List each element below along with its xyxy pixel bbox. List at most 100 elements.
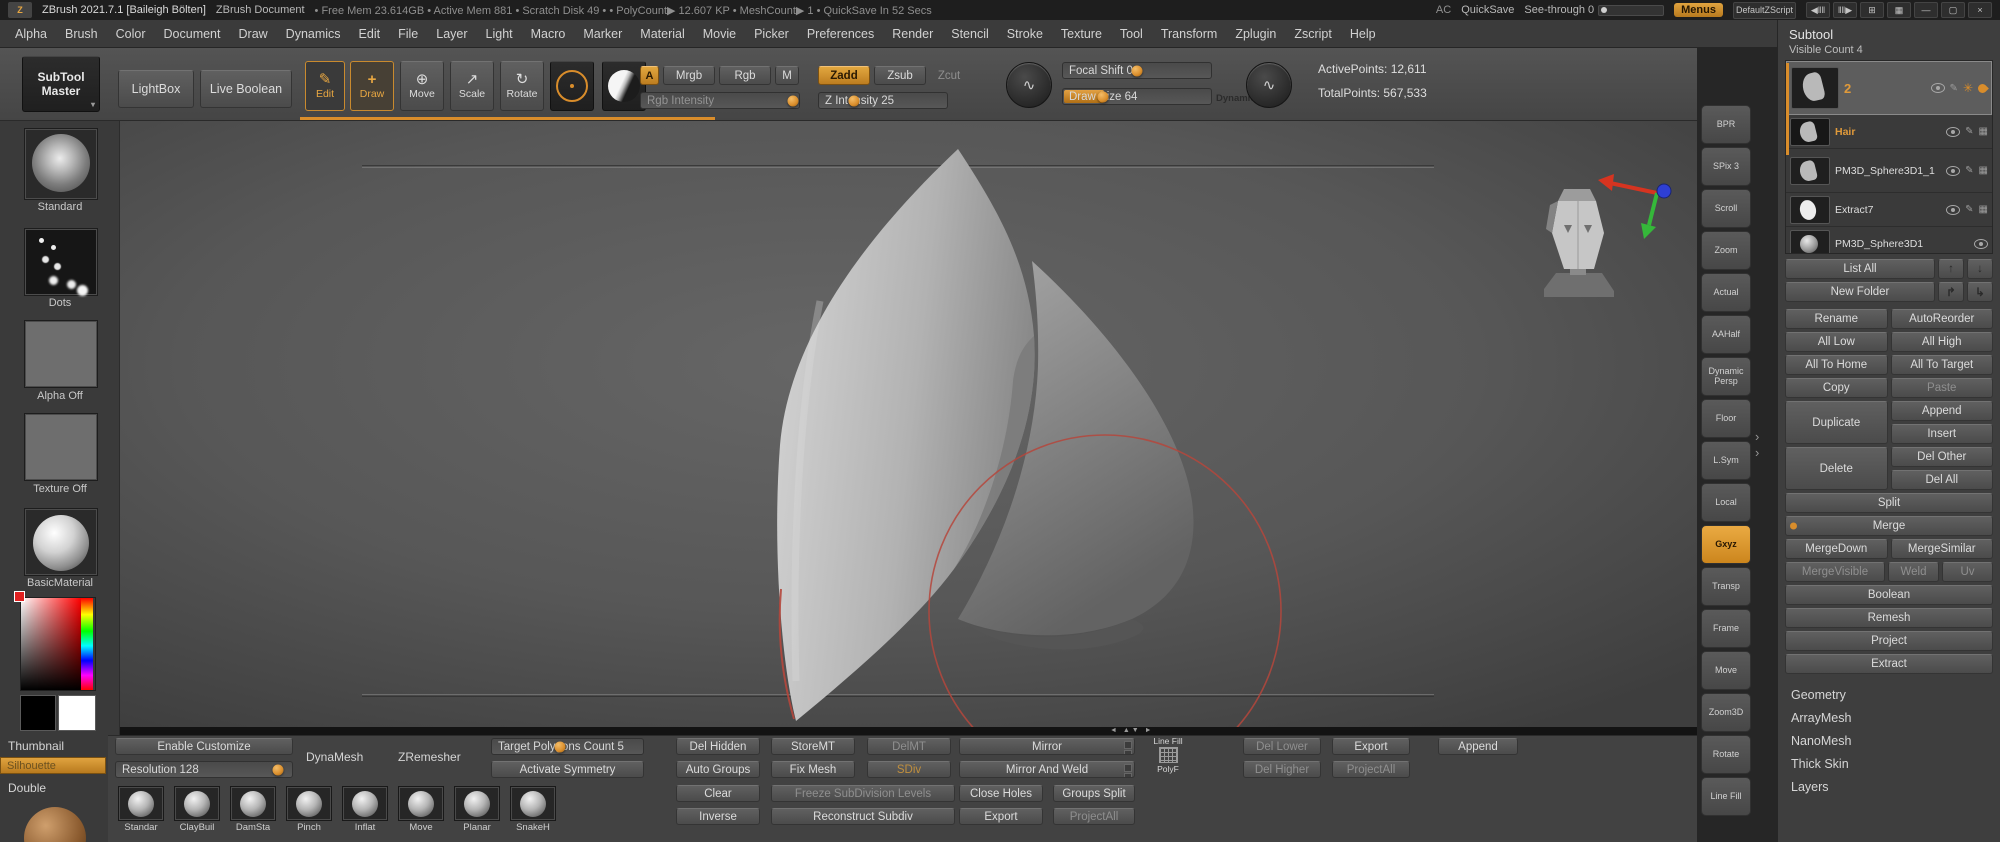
brush-shortcut[interactable]: Planar	[449, 786, 505, 833]
menu-item[interactable]: File	[389, 20, 427, 47]
mirror-weld-axis-toggles[interactable]	[1124, 764, 1132, 778]
menu-item[interactable]: Color	[107, 20, 155, 47]
rotate-button[interactable]: ↻ Rotate	[500, 61, 544, 111]
clear-button[interactable]: Clear	[676, 785, 760, 802]
clay-brush-thumbnail[interactable]	[24, 807, 86, 842]
see-through-knob[interactable]	[1601, 7, 1607, 13]
palette-section-header[interactable]: Thick Skin	[1785, 753, 1993, 774]
shelf-button[interactable]: Scroll	[1701, 189, 1751, 228]
brush-shortcut[interactable]: Inflat	[337, 786, 393, 833]
menu-item[interactable]: Alpha	[6, 20, 56, 47]
see-through-slider[interactable]: See-through 0	[1524, 4, 1664, 16]
store-mt-button[interactable]: StoreMT	[771, 738, 855, 755]
subtool-row[interactable]: PM3D_Sphere3D1_1 ✎ ▦	[1786, 149, 1992, 193]
edit-button[interactable]: ✎ Edit	[305, 61, 345, 111]
thumbnail-label[interactable]: Thumbnail	[8, 739, 64, 753]
subtool-row[interactable]: PM3D_Sphere3D1	[1786, 227, 1992, 254]
paste-button[interactable]: Paste	[1891, 378, 1994, 398]
visib-eye-icon[interactable]	[1931, 83, 1945, 93]
append-button[interactable]: Append	[1891, 401, 1994, 421]
project-button[interactable]: Project	[1785, 631, 1993, 651]
subtool-thumbnail[interactable]	[1790, 118, 1830, 146]
subtool-scroll-indicator[interactable]	[1786, 63, 1789, 155]
menu-item[interactable]: Brush	[56, 20, 107, 47]
shelf-button[interactable]: Transp	[1701, 567, 1751, 606]
visib-eye-icon[interactable]	[1974, 239, 1988, 249]
brush-shortcut[interactable]: SnakeH	[505, 786, 561, 833]
subtool-row[interactable]: Hair ✎ ▦	[1786, 115, 1992, 149]
menu-item[interactable]: Help	[1341, 20, 1385, 47]
current-alpha-thumbnail[interactable]	[24, 320, 98, 388]
split-button[interactable]: Split	[1785, 493, 1993, 513]
current-stroke-thumbnail[interactable]	[24, 228, 98, 296]
titlebar-icon[interactable]: ×	[1968, 2, 1992, 18]
zcut-button[interactable]: Zcut	[930, 66, 968, 85]
draw-button[interactable]: + Draw	[350, 61, 394, 111]
paint-icon[interactable]: ✎	[1950, 83, 1958, 94]
shelf-button[interactable]: Dynamic Persp	[1701, 357, 1751, 396]
brush-shortcut[interactable]: Move	[393, 786, 449, 833]
brush-shortcut[interactable]: ClayBuil	[169, 786, 225, 833]
shelf-button[interactable]: Floor	[1701, 399, 1751, 438]
rgb-intensity-knob[interactable]	[787, 95, 798, 106]
z-intensity-knob[interactable]	[848, 95, 859, 106]
menu-item[interactable]: Light	[477, 20, 522, 47]
panel-collapse-arrow-bottom[interactable]: ›	[1755, 446, 1759, 459]
subtool-master-button[interactable]: SubTool Master ▾	[22, 56, 100, 112]
remesh-button[interactable]: Remesh	[1785, 608, 1993, 628]
shelf-button[interactable]: AAHalf	[1701, 315, 1751, 354]
uv-button[interactable]: Uv	[1942, 562, 1993, 582]
brush-shortcut[interactable]: Pinch	[281, 786, 337, 833]
menu-item[interactable]: Texture	[1052, 20, 1111, 47]
subtool-down-button[interactable]: ↓	[1967, 259, 1993, 279]
m-button[interactable]: M	[775, 66, 799, 85]
menu-item[interactable]: Zscript	[1285, 20, 1341, 47]
current-brush-thumbnail[interactable]	[24, 128, 98, 200]
shelf-button[interactable]: Zoom	[1701, 231, 1751, 270]
weld-button[interactable]: Weld	[1888, 562, 1939, 582]
brush-shortcut[interactable]: DamSta	[225, 786, 281, 833]
target-polygons-knob[interactable]	[554, 741, 565, 752]
rgb-intensity-slider[interactable]: Rgb Intensity	[640, 92, 800, 109]
delete-button[interactable]: Delete	[1785, 447, 1888, 490]
palette-section-header[interactable]: ArrayMesh	[1785, 707, 1993, 728]
subtool-thumbnail[interactable]	[1790, 196, 1830, 224]
shelf-button[interactable]: Gxyz	[1701, 525, 1751, 564]
resolution-slider[interactable]: Resolution 128	[115, 761, 293, 778]
current-material-thumbnail[interactable]	[24, 508, 98, 576]
subtool-row[interactable]: Extract7 ✎ ▦	[1786, 193, 1992, 227]
zadd-button[interactable]: Zadd	[818, 66, 870, 85]
merge-button[interactable]: Merge	[1785, 516, 1993, 536]
palette-section-header[interactable]: Layers	[1785, 776, 1993, 797]
brush-shortcut[interactable]: Standar	[113, 786, 169, 833]
titlebar-icon[interactable]: ◀‖‖	[1806, 2, 1830, 18]
visib-eye-icon[interactable]	[1946, 127, 1960, 137]
subtool-up-button[interactable]: ↑	[1938, 259, 1964, 279]
new-folder-button[interactable]: New Folder	[1785, 282, 1935, 302]
sdiv-button[interactable]: SDiv	[867, 761, 951, 778]
activate-symmetry-button[interactable]: Activate Symmetry	[491, 761, 644, 778]
move-button[interactable]: ⊕ Move	[400, 61, 444, 111]
subtool-panel-title[interactable]: Subtool	[1785, 24, 1993, 43]
subtool-thumbnail[interactable]	[1790, 157, 1830, 185]
current-brush-button[interactable]	[550, 61, 594, 111]
menu-item[interactable]: Movie	[694, 20, 745, 47]
paint-icon[interactable]: ✎	[1965, 165, 1973, 176]
del-mt-button[interactable]: DelMT	[867, 738, 951, 755]
palette-section-header[interactable]: NanoMesh	[1785, 730, 1993, 751]
menu-item[interactable]: Layer	[427, 20, 476, 47]
export-mesh-button[interactable]: Export	[959, 808, 1043, 825]
scale-button[interactable]: ↗ Scale	[450, 61, 494, 111]
default-zscript-button[interactable]: DefaultZScript	[1733, 2, 1796, 19]
boolean-button[interactable]: Boolean	[1785, 585, 1993, 605]
draw-size-knob[interactable]	[1097, 91, 1108, 102]
menu-item[interactable]: Preferences	[798, 20, 883, 47]
menu-item[interactable]: Tool	[1111, 20, 1152, 47]
menu-item[interactable]: Render	[883, 20, 942, 47]
mrgb-button[interactable]: Mrgb	[663, 66, 715, 85]
reconstruct-subdiv-button[interactable]: Reconstruct Subdiv	[771, 808, 955, 825]
shelf-button[interactable]: Move	[1701, 651, 1751, 690]
append-subtool-button[interactable]: Append	[1438, 738, 1518, 755]
shelf-button[interactable]: Line Fill	[1701, 777, 1751, 816]
copy-button[interactable]: Copy	[1785, 378, 1888, 398]
